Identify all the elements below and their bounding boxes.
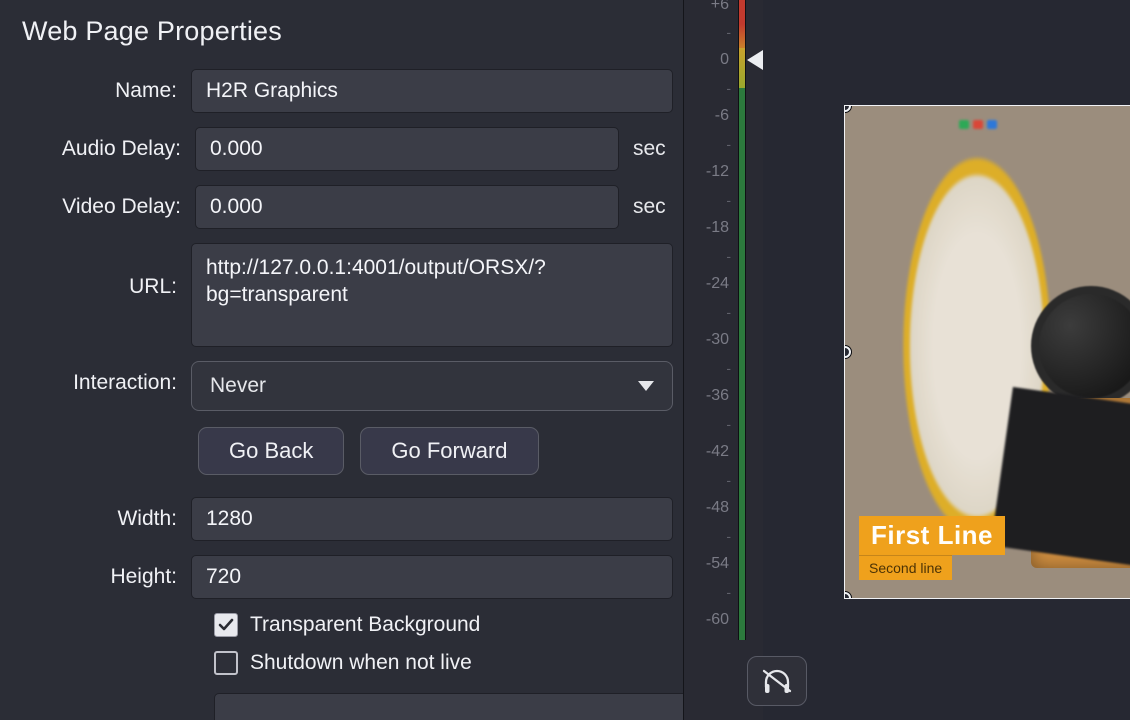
- shutdown-checkbox[interactable]: [214, 651, 238, 675]
- led-icon: [973, 120, 983, 129]
- url-input[interactable]: [191, 243, 673, 347]
- scale-label: -54: [706, 555, 729, 573]
- nav-buttons: Go Back Go Forward: [22, 427, 673, 475]
- scale-label: 0: [720, 51, 729, 69]
- scale-label: -12: [706, 163, 729, 181]
- app-root: Web Page Properties Name: Audio Delay: s…: [0, 0, 1130, 720]
- scale-label: -60: [706, 611, 729, 629]
- scale-label: -18: [706, 219, 729, 237]
- chevron-down-icon: [638, 381, 654, 391]
- panel-title: Web Page Properties: [22, 16, 673, 47]
- scale-label: -6: [715, 107, 729, 125]
- right-area: First Line Second line: [763, 0, 1130, 720]
- audio-scale: +6 - 0 - -6 - -12 - -18 - -24 - -30 - -3…: [683, 0, 763, 720]
- row-audio-delay: Audio Delay: sec: [22, 127, 673, 171]
- name-input[interactable]: [191, 69, 673, 113]
- row-video-delay: Video Delay: sec: [22, 185, 673, 229]
- height-label: Height:: [22, 555, 191, 589]
- preview-frame[interactable]: First Line Second line: [845, 106, 1130, 598]
- transparent-bg-label: Transparent Background: [250, 613, 480, 637]
- audio-delay-input[interactable]: [195, 127, 619, 171]
- audio-delay-label: Audio Delay:: [22, 127, 195, 161]
- lower-third-line1: First Line: [859, 516, 1005, 555]
- resize-handle[interactable]: [845, 592, 851, 598]
- headphones-mute-button[interactable]: [747, 656, 807, 706]
- check-icon: [217, 616, 235, 634]
- audio-delay-unit: sec: [633, 137, 673, 161]
- lower-third: First Line Second line: [859, 516, 1005, 580]
- foreground-graphic: [991, 387, 1130, 569]
- go-back-button[interactable]: Go Back: [198, 427, 344, 475]
- width-label: Width:: [22, 497, 191, 531]
- lower-third-line2: Second line: [859, 555, 952, 580]
- row-height: Height:: [22, 555, 673, 599]
- scale-marker-icon[interactable]: [747, 50, 763, 70]
- interaction-selected: Never: [210, 374, 266, 398]
- height-input[interactable]: [191, 555, 673, 599]
- interaction-label: Interaction:: [22, 361, 191, 395]
- go-forward-button[interactable]: Go Forward: [360, 427, 538, 475]
- extra-field[interactable]: [214, 693, 696, 720]
- properties-panel: Web Page Properties Name: Audio Delay: s…: [0, 0, 683, 720]
- resize-handle[interactable]: [845, 346, 851, 358]
- row-interaction: Interaction: Never: [22, 361, 673, 411]
- interaction-select[interactable]: Never: [191, 361, 673, 411]
- row-transparent-bg: Transparent Background: [22, 613, 673, 637]
- scale-label: -24: [706, 275, 729, 293]
- led-icon: [987, 120, 997, 129]
- headphones-mute-icon: [760, 667, 794, 695]
- row-shutdown: Shutdown when not live: [22, 651, 673, 675]
- video-delay-unit: sec: [633, 195, 673, 219]
- transparent-bg-checkbox[interactable]: [214, 613, 238, 637]
- video-delay-label: Video Delay:: [22, 185, 195, 219]
- led-icon: [959, 120, 969, 129]
- scale-label: -36: [706, 387, 729, 405]
- width-input[interactable]: [191, 497, 673, 541]
- row-width: Width:: [22, 497, 673, 541]
- scale-label: -48: [706, 499, 729, 517]
- resize-handle[interactable]: [845, 106, 851, 112]
- scale-label: -42: [706, 443, 729, 461]
- url-label: URL:: [22, 243, 191, 299]
- video-delay-input[interactable]: [195, 185, 619, 229]
- scale-label: +6: [711, 0, 729, 14]
- shutdown-label: Shutdown when not live: [250, 651, 472, 675]
- row-url: URL:: [22, 243, 673, 347]
- row-name: Name:: [22, 69, 673, 113]
- scale-label: -30: [706, 331, 729, 349]
- name-label: Name:: [22, 69, 191, 103]
